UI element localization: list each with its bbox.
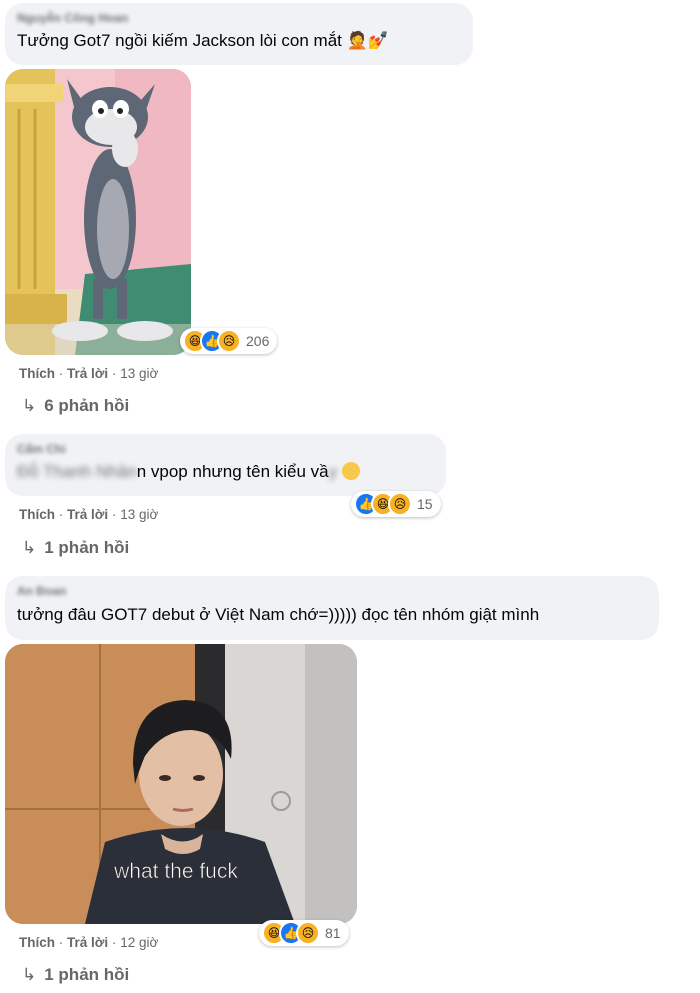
blurred-tail: y bbox=[328, 462, 338, 481]
comment-bubble: Cẩm Chi Đỗ Thanh Nhânn vpop nhưng tên ki… bbox=[5, 434, 446, 496]
man-photo-illustration: what the fuck bbox=[5, 644, 357, 924]
reaction-summary[interactable]: 👍 😆 😥 15 bbox=[351, 491, 441, 517]
comment-timestamp[interactable]: 13 giờ bbox=[120, 366, 158, 381]
view-replies-link[interactable]: ↳ 1 phản hồi bbox=[22, 538, 129, 558]
tom-cat-illustration bbox=[5, 69, 191, 355]
reply-action[interactable]: Trả lời bbox=[67, 366, 108, 381]
comment-timestamp[interactable]: 13 giờ bbox=[120, 507, 158, 522]
comment-author[interactable]: Nguyễn Công Hoan bbox=[17, 11, 461, 26]
comment-text: tưởng đâu GOT7 debut ở Việt Nam chớ=))))… bbox=[17, 605, 540, 624]
reaction-count: 81 bbox=[325, 925, 341, 941]
sad-reaction-icon: 😥 bbox=[296, 921, 320, 945]
comment-text: Tưởng Got7 ngồi kiếm Jackson lòi con mắt… bbox=[17, 31, 389, 50]
separator: · bbox=[111, 366, 117, 381]
comment-author[interactable]: Cẩm Chi bbox=[17, 442, 434, 457]
reply-arrow-icon: ↳ bbox=[22, 396, 37, 415]
replies-count: 1 phản hồi bbox=[44, 965, 130, 984]
separator: · bbox=[111, 935, 117, 950]
replies-count: 1 phản hồi bbox=[44, 538, 130, 557]
separator: · bbox=[58, 935, 64, 950]
sad-reaction-icon: 😥 bbox=[217, 329, 241, 353]
smile-emoji-icon bbox=[341, 462, 360, 480]
reaction-summary[interactable]: 😆 👍 😥 81 bbox=[259, 920, 349, 946]
view-replies-link[interactable]: ↳ 1 phản hồi bbox=[22, 965, 129, 985]
comment-bubble: An Đoan tưởng đâu GOT7 debut ở Việt Nam … bbox=[5, 576, 659, 640]
meme-caption: what the fuck bbox=[113, 860, 238, 883]
sad-reaction-icon: 😥 bbox=[388, 492, 412, 516]
reaction-summary[interactable]: 😆 👍 😥 206 bbox=[180, 328, 278, 354]
facepalm-emoji-icon: 🤦💅 bbox=[346, 31, 389, 50]
replies-count: 6 phản hồi bbox=[44, 396, 130, 415]
reply-arrow-icon: ↳ bbox=[22, 538, 37, 557]
comment-actions: Thích · Trả lời · 12 giờ bbox=[19, 935, 158, 950]
comment-actions: Thích · Trả lời · 13 giờ bbox=[19, 366, 158, 381]
comment-actions: Thích · Trả lời · 13 giờ bbox=[19, 507, 158, 522]
view-replies-link[interactable]: ↳ 6 phản hồi bbox=[22, 396, 129, 416]
blurred-mention: Đỗ Thanh Nhân bbox=[17, 462, 137, 481]
reply-action[interactable]: Trả lời bbox=[67, 507, 108, 522]
reaction-photo[interactable]: what the fuck bbox=[5, 644, 357, 924]
like-action[interactable]: Thích bbox=[19, 366, 55, 381]
like-action[interactable]: Thích bbox=[19, 935, 55, 950]
reply-arrow-icon: ↳ bbox=[22, 965, 37, 984]
like-action[interactable]: Thích bbox=[19, 507, 55, 522]
reaction-count: 206 bbox=[246, 333, 270, 349]
comment-author[interactable]: An Đoan bbox=[17, 584, 647, 599]
comment-timestamp[interactable]: 12 giờ bbox=[120, 935, 158, 950]
comment-bubble: Nguyễn Công Hoan Tưởng Got7 ngồi kiếm Ja… bbox=[5, 3, 473, 65]
comment-text: Đỗ Thanh Nhânn vpop nhưng tên kiểu vầy bbox=[17, 461, 434, 483]
tom-cat-sticker-image[interactable] bbox=[5, 69, 191, 355]
separator: · bbox=[58, 507, 64, 522]
separator: · bbox=[111, 507, 117, 522]
reply-action[interactable]: Trả lời bbox=[67, 935, 108, 950]
separator: · bbox=[58, 366, 64, 381]
reaction-count: 15 bbox=[417, 496, 433, 512]
